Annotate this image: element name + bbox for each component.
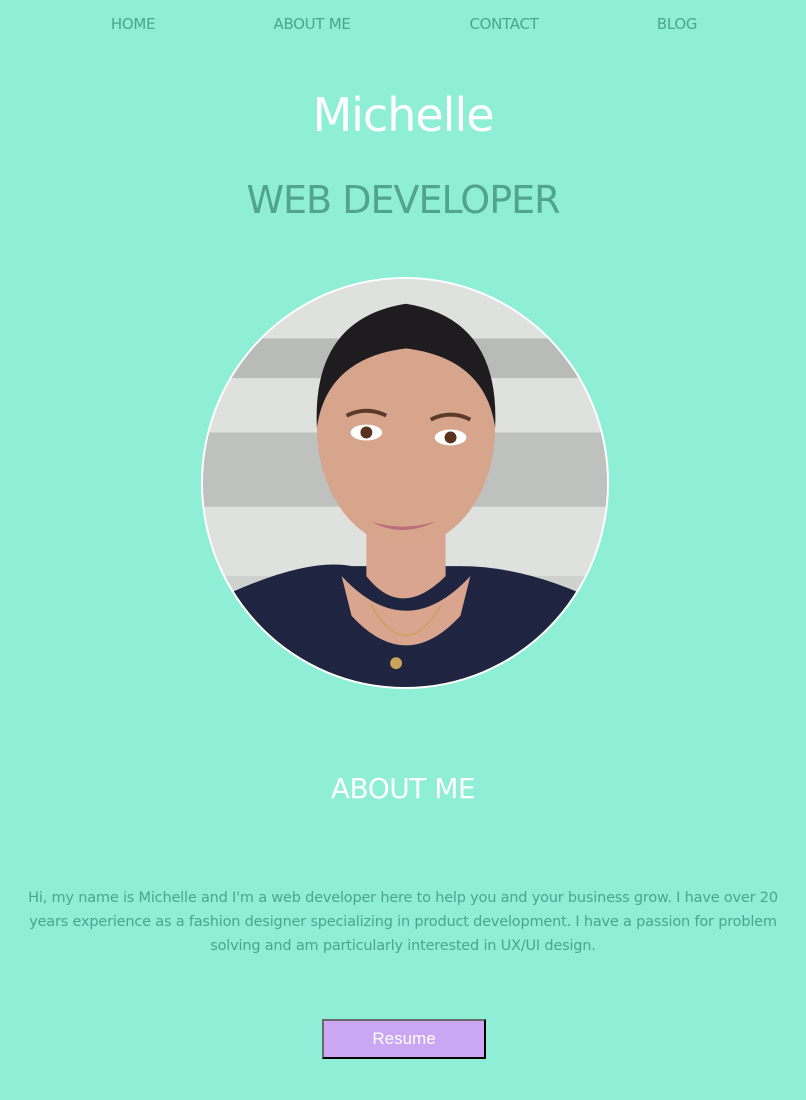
nav-blog[interactable]: BLOG	[657, 15, 698, 33]
page-title: Michelle	[312, 88, 494, 142]
nav-home[interactable]: HOME	[111, 15, 156, 33]
about-heading: ABOUT ME	[330, 772, 476, 805]
main-nav: HOME ABOUT ME CONTACT BLOG	[0, 15, 806, 37]
nav-contact[interactable]: CONTACT	[469, 15, 538, 33]
page-subtitle: WEB DEVELOPER	[246, 178, 560, 222]
profile-photo	[201, 277, 609, 689]
nav-about-me[interactable]: ABOUT ME	[273, 15, 350, 33]
about-text: Hi, my name is Michelle and I'm a web de…	[28, 890, 778, 954]
resume-button[interactable]: Resume	[322, 1019, 486, 1059]
